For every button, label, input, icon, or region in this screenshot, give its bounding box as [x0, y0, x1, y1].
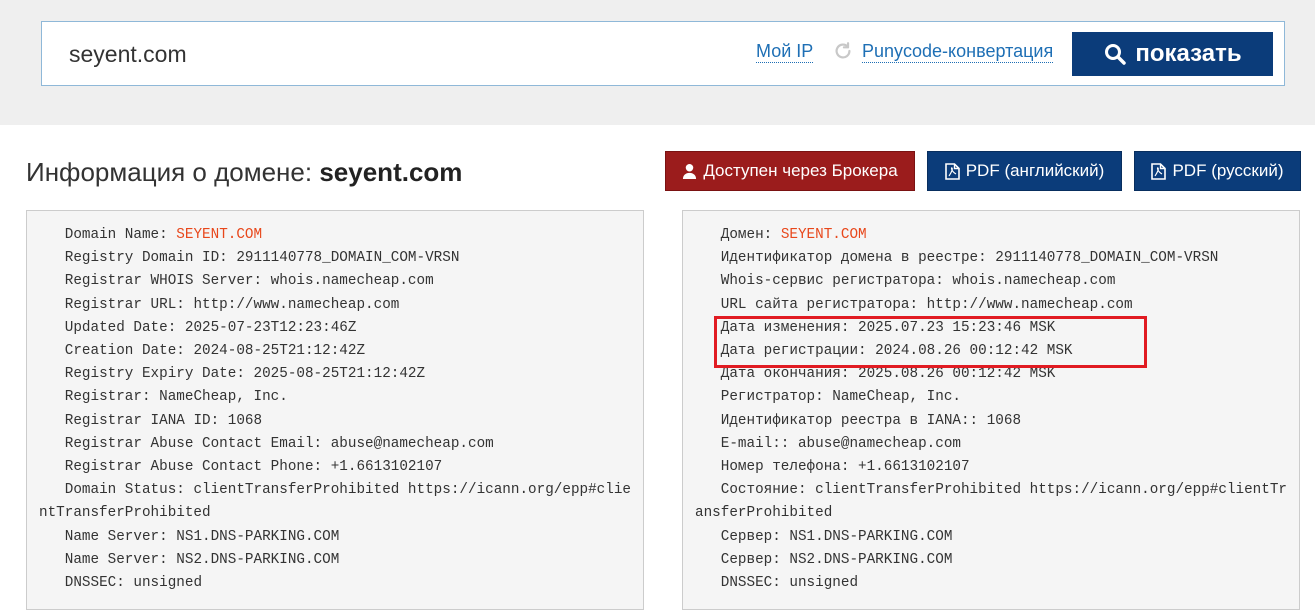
page-title: Информация о домене: seyent.com [26, 156, 462, 188]
date-highlight-box [714, 316, 1147, 368]
whois-line: Состояние: clientTransferProhibited http… [695, 482, 1287, 522]
whois-line: Домен: [720, 227, 781, 243]
whois-line: Registry Domain ID: 2911140778_DOMAIN_CO… [64, 250, 460, 267]
show-button[interactable]: показать [1072, 32, 1273, 76]
whois-english-panel: Domain Name: SEYENT.COM Registry Domain … [26, 210, 644, 610]
whois-line: Дата окончания: 2025.08.26 00:12:42 MSK [720, 366, 1056, 383]
whois-russian-text: Домен: SEYENT.COM Идентификатор домена в… [683, 211, 1299, 595]
pdf-english-label: PDF (английский) [965, 161, 1105, 180]
punycode-link[interactable]: Punycode-конвертация [862, 40, 1054, 63]
whois-line: URL сайта регистратора: http://www.namec… [720, 296, 1133, 313]
pdf-english-button[interactable]: PDF (английский) [927, 151, 1122, 191]
pdf-file-icon [1151, 162, 1167, 180]
broker-button-label: Доступен через Брокера [703, 161, 898, 180]
whois-line: Регистратор: NameCheap, Inc. [720, 389, 961, 406]
my-ip-link[interactable]: Мой IP [756, 40, 814, 63]
broker-button[interactable]: Доступен через Брокера [665, 151, 915, 191]
whois-line: E-mail:: abuse@namecheap.com [720, 435, 961, 452]
search-icon [1105, 44, 1127, 65]
whois-line: Domain Status: clientTransferProhibited … [39, 482, 631, 522]
whois-line: Registrar IANA ID: 1068 [64, 412, 263, 429]
pdf-russian-button[interactable]: PDF (русский) [1134, 151, 1301, 191]
whois-line: Сервер: NS1.DNS-PARKING.COM [720, 528, 953, 545]
whois-line: Сервер: NS2.DNS-PARKING.COM [720, 551, 953, 568]
whois-line: Registrar URL: http://www.namecheap.com [64, 296, 400, 313]
whois-line: DNSSEC: unsigned [720, 575, 859, 592]
whois-line: Идентификатор реестра в IANA:: 1068 [720, 412, 1022, 429]
whois-line: DNSSEC: unsigned [64, 575, 203, 592]
domain-name-value: SEYENT.COM [780, 227, 867, 243]
pdf-russian-label: PDF (русский) [1172, 161, 1284, 180]
whois-line: Registrar Abuse Contact Email: abuse@nam… [64, 435, 494, 452]
whois-line: Whois-сервис регистратора: whois.nameche… [720, 273, 1116, 290]
domain-name-value: SEYENT.COM [176, 227, 263, 243]
whois-russian-panel: Домен: SEYENT.COM Идентификатор домена в… [682, 210, 1300, 610]
whois-line: Registrar Abuse Contact Phone: +1.661310… [64, 459, 443, 476]
page-title-prefix: Информация о домене: [26, 157, 313, 187]
whois-line: Registrar WHOIS Server: whois.namecheap.… [64, 273, 434, 290]
show-button-label: показать [1135, 40, 1242, 67]
pdf-file-icon [944, 162, 960, 180]
whois-line: Registrar: NameCheap, Inc. [64, 389, 288, 406]
user-icon [683, 163, 697, 179]
whois-line: Updated Date: 2025-07-23T12:23:46Z [64, 319, 357, 336]
whois-line: Creation Date: 2024-08-25T21:12:42Z [64, 343, 366, 360]
domain-search-input[interactable] [69, 38, 669, 70]
whois-line: Идентификатор домена в реестре: 29111407… [720, 250, 1219, 267]
whois-line: Registry Expiry Date: 2025-08-25T21:12:4… [64, 366, 426, 383]
whois-line: Номер телефона: +1.6613102107 [720, 459, 970, 476]
whois-english-text: Domain Name: SEYENT.COM Registry Domain … [27, 211, 643, 595]
whois-line: Name Server: NS2.DNS-PARKING.COM [64, 551, 340, 568]
whois-line: Name Server: NS1.DNS-PARKING.COM [64, 528, 340, 545]
page-title-domain: seyent.com [319, 157, 463, 187]
search-form: Мой IP Punycode-конвертация показать [41, 21, 1285, 86]
refresh-icon [835, 42, 851, 59]
whois-line: Domain Name: [64, 227, 177, 243]
